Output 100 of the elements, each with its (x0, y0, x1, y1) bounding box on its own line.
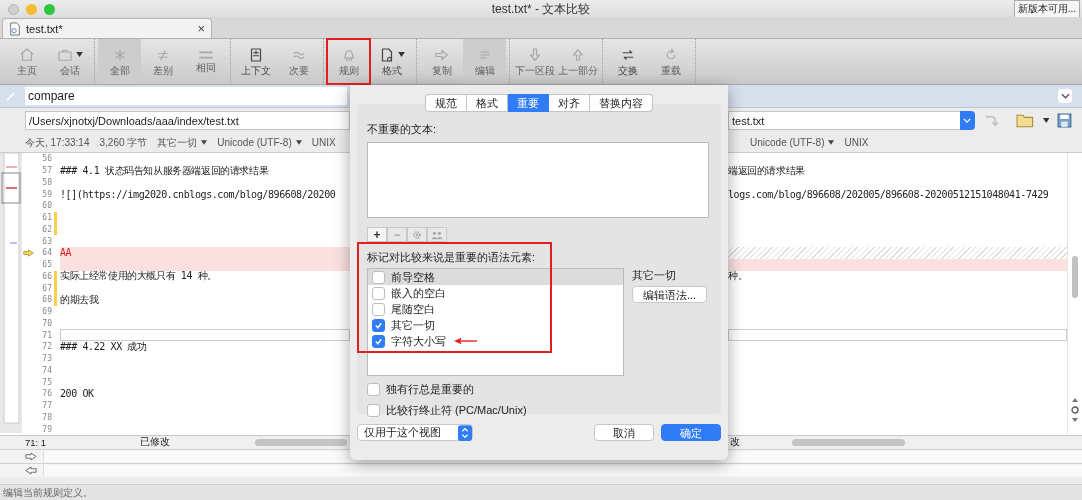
caret-icon[interactable] (1042, 118, 1050, 123)
compare-field[interactable]: compare (25, 87, 347, 105)
line-number: 77 (41, 401, 53, 411)
line-number: 56 (41, 154, 53, 164)
save-icon[interactable] (1057, 113, 1072, 128)
checkbox[interactable] (372, 318, 385, 332)
checkbox[interactable] (372, 270, 385, 284)
line-number: 78 (41, 412, 53, 422)
up-arrow-icon[interactable] (1072, 397, 1078, 403)
list-row[interactable]: 前导空格 (368, 269, 623, 285)
code-line: 实际上经常使用的大概只有 14 种。 (60, 269, 217, 284)
line-number: 73 (41, 354, 53, 364)
checkbox[interactable] (372, 302, 385, 316)
line-number: 68 (41, 295, 53, 305)
info-dropdown[interactable]: 其它一切 (157, 135, 208, 150)
gear-icon (412, 229, 422, 240)
toolbar-button[interactable]: 格式 (370, 39, 413, 84)
code-line: ### 4.22 XX 成功 (60, 339, 147, 354)
path-dropdown-button[interactable] (960, 111, 975, 130)
dialog-tab[interactable]: 对齐 (549, 94, 590, 112)
elements-label: 标记对比较来说是重要的语法元素: (367, 250, 537, 265)
line-number: 70 (41, 318, 53, 328)
chevron-button[interactable] (1058, 89, 1072, 103)
code-line: logs.com/blog/896608/202005/896608-20200512151048041-7429 (728, 188, 1049, 200)
dialog-tab[interactable]: 规范 (425, 94, 467, 112)
stepper-icon (458, 424, 472, 441)
unimportant-text-list[interactable] (367, 142, 709, 218)
scope-select[interactable]: 仅用于这个视图 (357, 424, 473, 441)
cursor-position: 71: 1 (25, 437, 48, 448)
option-label: 独有行总是重要的 (386, 382, 474, 397)
line-number: 79 (41, 424, 53, 434)
path-field[interactable]: test.txt (728, 111, 960, 130)
dialog-tab[interactable]: 格式 (467, 94, 508, 112)
chevron-down-icon (1060, 93, 1070, 99)
toolbar-button[interactable]: 交换 (606, 39, 649, 84)
list-button[interactable]: + (367, 227, 387, 242)
tab-label: test.txt* (26, 22, 64, 35)
arrow-right-icon[interactable] (25, 452, 37, 461)
line-number: 76 (41, 389, 53, 399)
code-line: ![](https://img2020.cnblogs.com/blog/896608/20200 (60, 188, 336, 200)
dialog-tab[interactable]: 重要 (508, 94, 549, 112)
maximize-window-button[interactable] (44, 3, 55, 15)
element-label: 前导空格 (391, 269, 435, 285)
ok-button[interactable]: 确定 (661, 424, 721, 441)
code-line: 端返回的请求结果 (728, 163, 805, 178)
line-number: 74 (41, 365, 53, 375)
list-row[interactable]: 其它一切 (368, 317, 623, 333)
down-arrow-icon[interactable] (1072, 417, 1078, 423)
scrollbar-thumb[interactable] (255, 439, 347, 446)
line-number: 66 (41, 271, 53, 281)
info-dropdown[interactable]: Unicode (UTF-8) (750, 137, 835, 148)
line-number: 71 (41, 330, 53, 340)
gear-button[interactable] (407, 227, 427, 242)
scrollbar-thumb[interactable] (1072, 256, 1078, 298)
line-number: 67 (41, 283, 53, 293)
checkbox[interactable] (372, 286, 385, 300)
file-tab[interactable]: test.txt* × (2, 18, 212, 38)
unimportant-text-label: 不重要的文本: (367, 122, 438, 137)
info-text: UNIX (844, 137, 869, 148)
scrollbar-thumb[interactable] (792, 439, 905, 446)
checkbox[interactable] (367, 383, 380, 396)
line-number: 60 (41, 201, 53, 211)
arrow-left-icon[interactable] (25, 466, 37, 475)
info-dropdown[interactable]: Unicode (UTF-8) (217, 137, 302, 148)
status-text: 编辑当前规则定义。 (3, 485, 93, 500)
code-line: 200 OK (60, 388, 94, 400)
code-line: 种。 (728, 269, 748, 284)
toolbar-button[interactable]: 上下文 (234, 39, 277, 84)
element-label: 其它一切 (391, 317, 435, 333)
code-line: AA (60, 247, 72, 259)
line-number: 62 (41, 224, 53, 234)
overview-map[interactable] (0, 153, 22, 433)
detail-label: 其它一切 (632, 268, 677, 283)
cancel-button[interactable]: 取消 (594, 424, 654, 441)
dialog-tab[interactable]: 替换内容 (590, 94, 653, 112)
option-label: 比较行终止符 (PC/Mac/Unix) (386, 403, 527, 418)
code-line: ### 4.1 状态码告知从服务器端返回的请求结果 (60, 163, 269, 178)
info-text: UNIX (311, 137, 336, 148)
people-button[interactable] (427, 227, 447, 242)
line-number: 75 (41, 377, 53, 387)
info-text: 今天, 17:33:14 (25, 135, 90, 150)
list-row[interactable]: 字符大小写 (368, 333, 623, 349)
line-number: 59 (41, 189, 53, 199)
list-row[interactable]: 尾随空白 (368, 301, 623, 317)
close-window-button[interactable] (8, 3, 19, 15)
minimize-window-button[interactable] (26, 3, 37, 15)
checkbox[interactable] (372, 334, 385, 348)
update-button[interactable]: 新版本可用... (1013, 0, 1080, 18)
line-number: 57 (41, 166, 53, 176)
path-field[interactable]: /Users/xjnotxj/Downloads/aaa/index/test.txt (25, 111, 350, 130)
edit-grammar-button[interactable]: 编辑语法... (632, 286, 708, 303)
window-title: test.txt* - 文本比较 (491, 0, 591, 18)
checkbox[interactable] (367, 404, 380, 417)
equal-icon (196, 48, 215, 61)
close-tab-button[interactable]: × (197, 21, 205, 36)
modified-status: 已修改 (139, 436, 171, 449)
list-row[interactable]: 嵌入的空白 (368, 285, 623, 301)
circle-icon[interactable] (1071, 406, 1079, 414)
line-number: 69 (41, 307, 53, 317)
folder-icon[interactable] (1015, 113, 1035, 128)
